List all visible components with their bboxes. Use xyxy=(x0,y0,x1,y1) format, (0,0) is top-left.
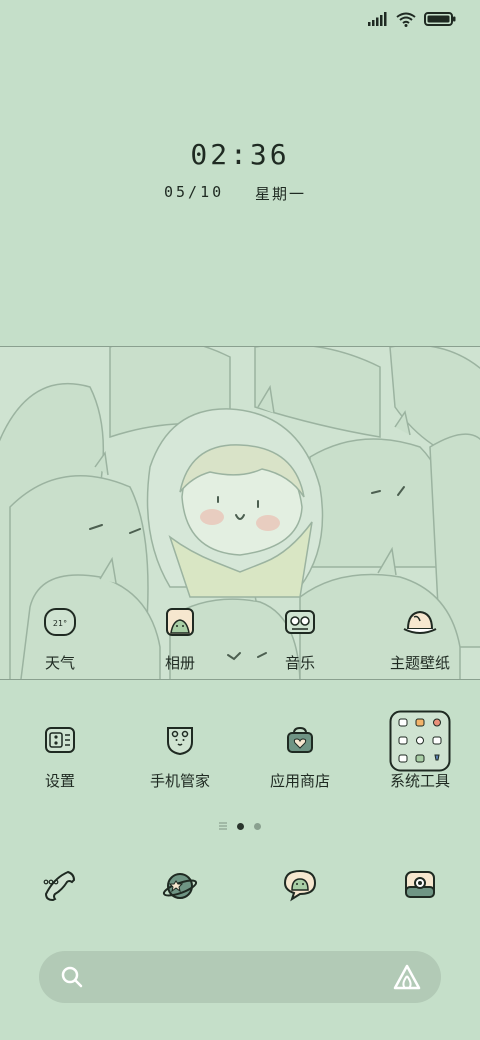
clock-date: 05/10 xyxy=(164,183,225,201)
dock xyxy=(0,868,480,904)
page-dot[interactable] xyxy=(254,822,261,830)
app-label: 音乐 xyxy=(284,654,315,672)
app-settings[interactable]: 设置 xyxy=(0,720,120,791)
dock-messages[interactable] xyxy=(240,868,360,904)
theme-icon xyxy=(403,610,437,634)
signal-icon xyxy=(368,12,387,26)
app-security[interactable]: 手机管家 xyxy=(120,720,240,791)
app-gallery[interactable]: 相册 xyxy=(120,602,240,673)
app-folder-tools[interactable]: 系统工具 xyxy=(360,710,480,791)
page-indicator[interactable] xyxy=(0,822,480,830)
camera-icon xyxy=(405,871,435,898)
app-store-icon xyxy=(287,726,313,753)
search-icon[interactable] xyxy=(61,966,83,988)
app-label: 天气 xyxy=(44,654,75,672)
folder-icon xyxy=(389,710,451,772)
menu-lines-icon xyxy=(219,822,227,830)
messages-icon xyxy=(283,869,317,902)
app-label: 设置 xyxy=(44,772,75,790)
page-dot-active[interactable] xyxy=(237,822,244,830)
app-row-2: 设置 手机管家 应用商店 系统工具 xyxy=(0,710,480,791)
app-weather[interactable]: 21° 天气 xyxy=(0,602,120,673)
app-label: 应用商店 xyxy=(269,772,330,790)
search-bar[interactable] xyxy=(39,951,441,1003)
app-music[interactable]: 音乐 xyxy=(240,602,360,673)
app-store[interactable]: 应用商店 xyxy=(240,720,360,791)
settings-icon xyxy=(45,727,75,753)
weather-icon: 21° xyxy=(44,608,76,636)
app-label: 相册 xyxy=(164,654,195,672)
app-label: 手机管家 xyxy=(149,772,210,790)
dock-browser[interactable] xyxy=(120,868,240,904)
security-icon xyxy=(167,727,193,756)
battery-icon xyxy=(424,12,456,26)
app-label: 系统工具 xyxy=(389,772,450,790)
wifi-icon xyxy=(396,12,416,27)
phone-icon xyxy=(43,870,76,902)
assistant-icon[interactable] xyxy=(393,964,421,990)
app-row-1: 21° 天气 相册 音乐 主题壁纸 xyxy=(0,602,480,673)
dock-phone[interactable] xyxy=(0,868,120,904)
clock-weekday: 星期一 xyxy=(255,185,307,203)
dock-camera[interactable] xyxy=(360,868,480,904)
weather-temp-badge: 21° xyxy=(53,619,67,628)
clock-time[interactable]: 02:36 xyxy=(0,138,480,171)
app-theme[interactable]: 主题壁纸 xyxy=(360,602,480,673)
browser-icon xyxy=(162,873,198,899)
app-label: 主题壁纸 xyxy=(389,654,450,672)
status-bar xyxy=(368,8,456,30)
gallery-icon xyxy=(166,608,194,636)
music-icon xyxy=(285,610,315,634)
